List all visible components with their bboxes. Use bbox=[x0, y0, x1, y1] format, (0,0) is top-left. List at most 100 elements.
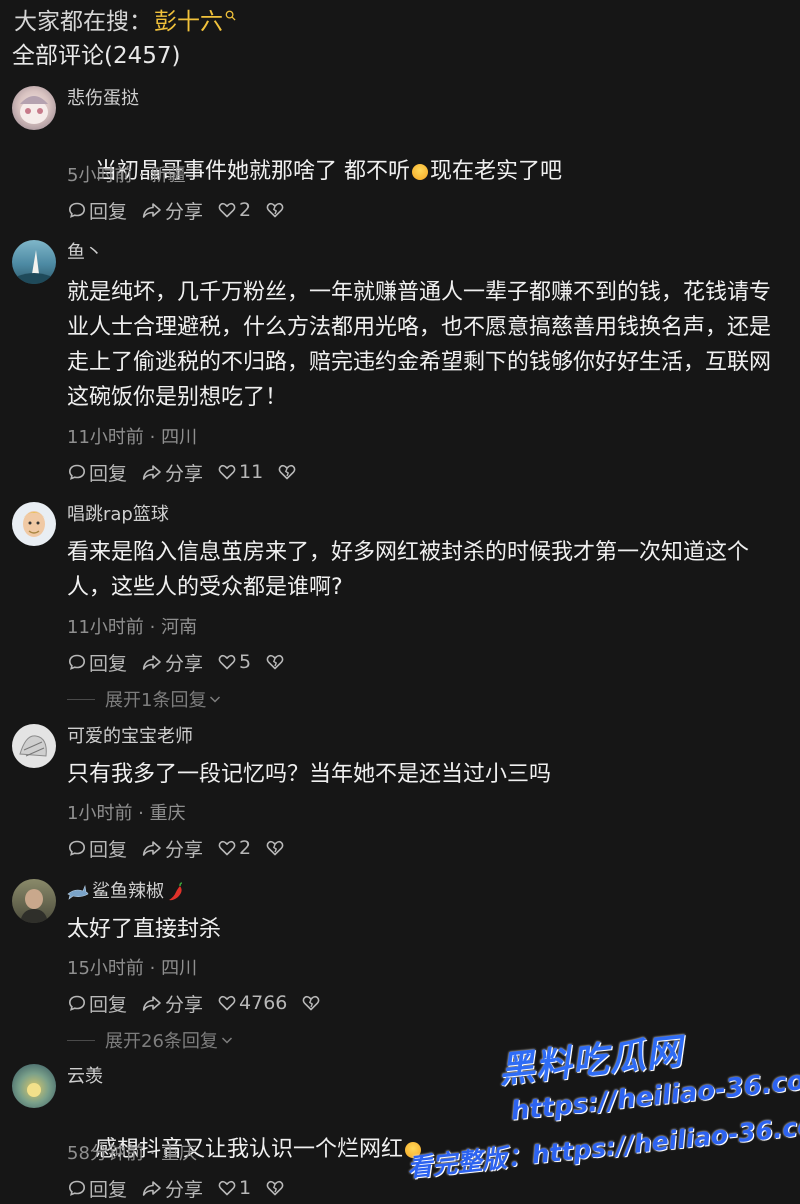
heart-icon bbox=[218, 464, 236, 480]
comment-meta: 58分钟前 · 重庆 bbox=[67, 1143, 198, 1164]
username[interactable]: 鲨鱼辣椒 bbox=[67, 879, 185, 905]
username[interactable]: 云羡 bbox=[67, 1064, 103, 1090]
like-button[interactable]: 11 bbox=[217, 461, 263, 483]
dislike-button[interactable] bbox=[265, 838, 285, 858]
comments-count-title: 全部评论(2457) bbox=[12, 43, 181, 69]
broken-heart-icon bbox=[266, 654, 284, 670]
broken-heart-icon bbox=[278, 464, 296, 480]
username[interactable]: 悲伤蛋挞 bbox=[67, 86, 139, 112]
avatar[interactable] bbox=[12, 240, 56, 284]
reply-button[interactable]: 回复 bbox=[67, 649, 127, 676]
like-count: 2 bbox=[239, 837, 252, 859]
search-icon[interactable] bbox=[225, 10, 236, 21]
share-label: 分享 bbox=[165, 1178, 204, 1201]
reply-button[interactable]: 回复 bbox=[67, 835, 127, 862]
broken-heart-icon bbox=[266, 1180, 284, 1196]
avatar[interactable] bbox=[12, 724, 56, 768]
heart-icon bbox=[218, 995, 236, 1011]
share-icon bbox=[142, 465, 161, 480]
comment-actions: 回复 分享 4766 bbox=[67, 989, 335, 1017]
heart-icon bbox=[218, 1180, 236, 1196]
chevron-down-icon bbox=[221, 1037, 232, 1044]
comment-meta: 1小时前 · 重庆 bbox=[67, 803, 186, 824]
reply-label: 回复 bbox=[89, 200, 128, 223]
share-button[interactable]: 分享 bbox=[141, 197, 203, 224]
share-button[interactable]: 分享 bbox=[141, 649, 203, 676]
share-icon bbox=[142, 203, 161, 218]
smile-emoji-icon bbox=[411, 164, 428, 180]
share-button[interactable]: 分享 bbox=[141, 835, 203, 862]
like-button[interactable]: 2 bbox=[217, 199, 251, 221]
reply-label: 回复 bbox=[89, 1178, 128, 1201]
broken-heart-icon bbox=[266, 202, 284, 218]
username[interactable]: 可爱的宝宝老师 bbox=[67, 724, 193, 750]
comment-actions: 回复 分享 5 bbox=[67, 648, 299, 676]
search-term-link[interactable]: 彭十六 bbox=[154, 2, 223, 36]
avatar[interactable] bbox=[12, 879, 56, 923]
share-label: 分享 bbox=[165, 993, 204, 1016]
comment-actions: 回复 分享 2 bbox=[67, 834, 299, 862]
like-button[interactable]: 5 bbox=[217, 651, 251, 673]
reply-label: 回复 bbox=[89, 652, 128, 675]
like-button[interactable]: 1 bbox=[217, 1177, 251, 1199]
divider bbox=[67, 698, 95, 700]
reply-icon bbox=[68, 840, 86, 856]
divider bbox=[67, 1039, 95, 1041]
dislike-button[interactable] bbox=[301, 993, 321, 1013]
search-prefix: 大家都在搜： bbox=[14, 9, 152, 35]
comment-text: 看来是陷入信息茧房来了，好多网红被封杀的时候我才第一次知道这个人，这些人的受众都… bbox=[67, 540, 750, 600]
share-label: 分享 bbox=[165, 200, 204, 223]
reply-button[interactable]: 回复 bbox=[67, 990, 127, 1017]
comment-actions: 回复 分享 2 bbox=[67, 196, 299, 224]
avatar[interactable] bbox=[12, 86, 56, 130]
reply-icon bbox=[68, 1180, 86, 1196]
reply-button[interactable]: 回复 bbox=[67, 1175, 127, 1202]
comment-text-part: 现在老实了吧 bbox=[429, 159, 562, 184]
heart-icon bbox=[218, 202, 236, 218]
reply-label: 回复 bbox=[89, 462, 128, 485]
comment-text: 只有我多了一段记忆吗？当年她不是还当过小三吗 bbox=[67, 762, 552, 787]
reply-button[interactable]: 回复 bbox=[67, 197, 127, 224]
shark-icon bbox=[67, 884, 89, 900]
dislike-button[interactable] bbox=[265, 200, 285, 220]
username[interactable]: 唱跳rap篮球 bbox=[67, 502, 169, 528]
reply-icon bbox=[68, 464, 86, 480]
share-label: 分享 bbox=[165, 838, 204, 861]
share-icon bbox=[142, 841, 161, 856]
reply-button[interactable]: 回复 bbox=[67, 459, 127, 486]
comment-meta: 5小时前 · 新疆 bbox=[67, 165, 186, 186]
share-icon bbox=[142, 655, 161, 670]
comment-meta: 11小时前 · 四川 bbox=[67, 427, 198, 448]
like-button[interactable]: 2 bbox=[217, 837, 251, 859]
share-button[interactable]: 分享 bbox=[141, 1175, 203, 1202]
watermark-full-label: 看完整版： bbox=[405, 1140, 534, 1183]
comment-text: 就是纯坏，几千万粉丝，一年就赚普通人一辈子都赚不到的钱，花钱请专业人士合理避税，… bbox=[67, 280, 772, 410]
share-button[interactable]: 分享 bbox=[141, 990, 203, 1017]
avatar[interactable] bbox=[12, 502, 56, 546]
watermark: 黑料吃瓜网 https://heiliao-36.com 看完整版：https:… bbox=[400, 1026, 800, 1204]
reply-label: 回复 bbox=[89, 993, 128, 1016]
like-count: 5 bbox=[239, 651, 252, 673]
broken-heart-icon bbox=[266, 840, 284, 856]
expand-replies-button[interactable]: 展开26条回复 bbox=[67, 1027, 234, 1053]
username[interactable]: 鱼丶 bbox=[67, 240, 103, 266]
avatar[interactable] bbox=[12, 1064, 56, 1108]
dislike-button[interactable] bbox=[277, 462, 297, 482]
chevron-down-icon bbox=[210, 696, 221, 703]
reply-label: 回复 bbox=[89, 838, 128, 861]
heart-icon bbox=[218, 654, 236, 670]
like-count: 11 bbox=[239, 461, 264, 483]
reply-icon bbox=[68, 202, 86, 218]
search-suggestion[interactable]: 大家都在搜： 彭十六 bbox=[14, 2, 236, 36]
like-count: 1 bbox=[239, 1177, 252, 1199]
comment-actions: 回复 分享 11 bbox=[67, 458, 311, 486]
comment-meta: 15小时前 · 四川 bbox=[67, 958, 198, 979]
share-button[interactable]: 分享 bbox=[141, 459, 203, 486]
reply-icon bbox=[68, 995, 86, 1011]
share-icon bbox=[142, 996, 161, 1011]
like-button[interactable]: 4766 bbox=[217, 992, 287, 1014]
dislike-button[interactable] bbox=[265, 652, 285, 672]
expand-replies-label: 展开26条回复 bbox=[105, 1031, 218, 1052]
dislike-button[interactable] bbox=[265, 1178, 285, 1198]
expand-replies-button[interactable]: 展开1条回复 bbox=[67, 686, 222, 712]
